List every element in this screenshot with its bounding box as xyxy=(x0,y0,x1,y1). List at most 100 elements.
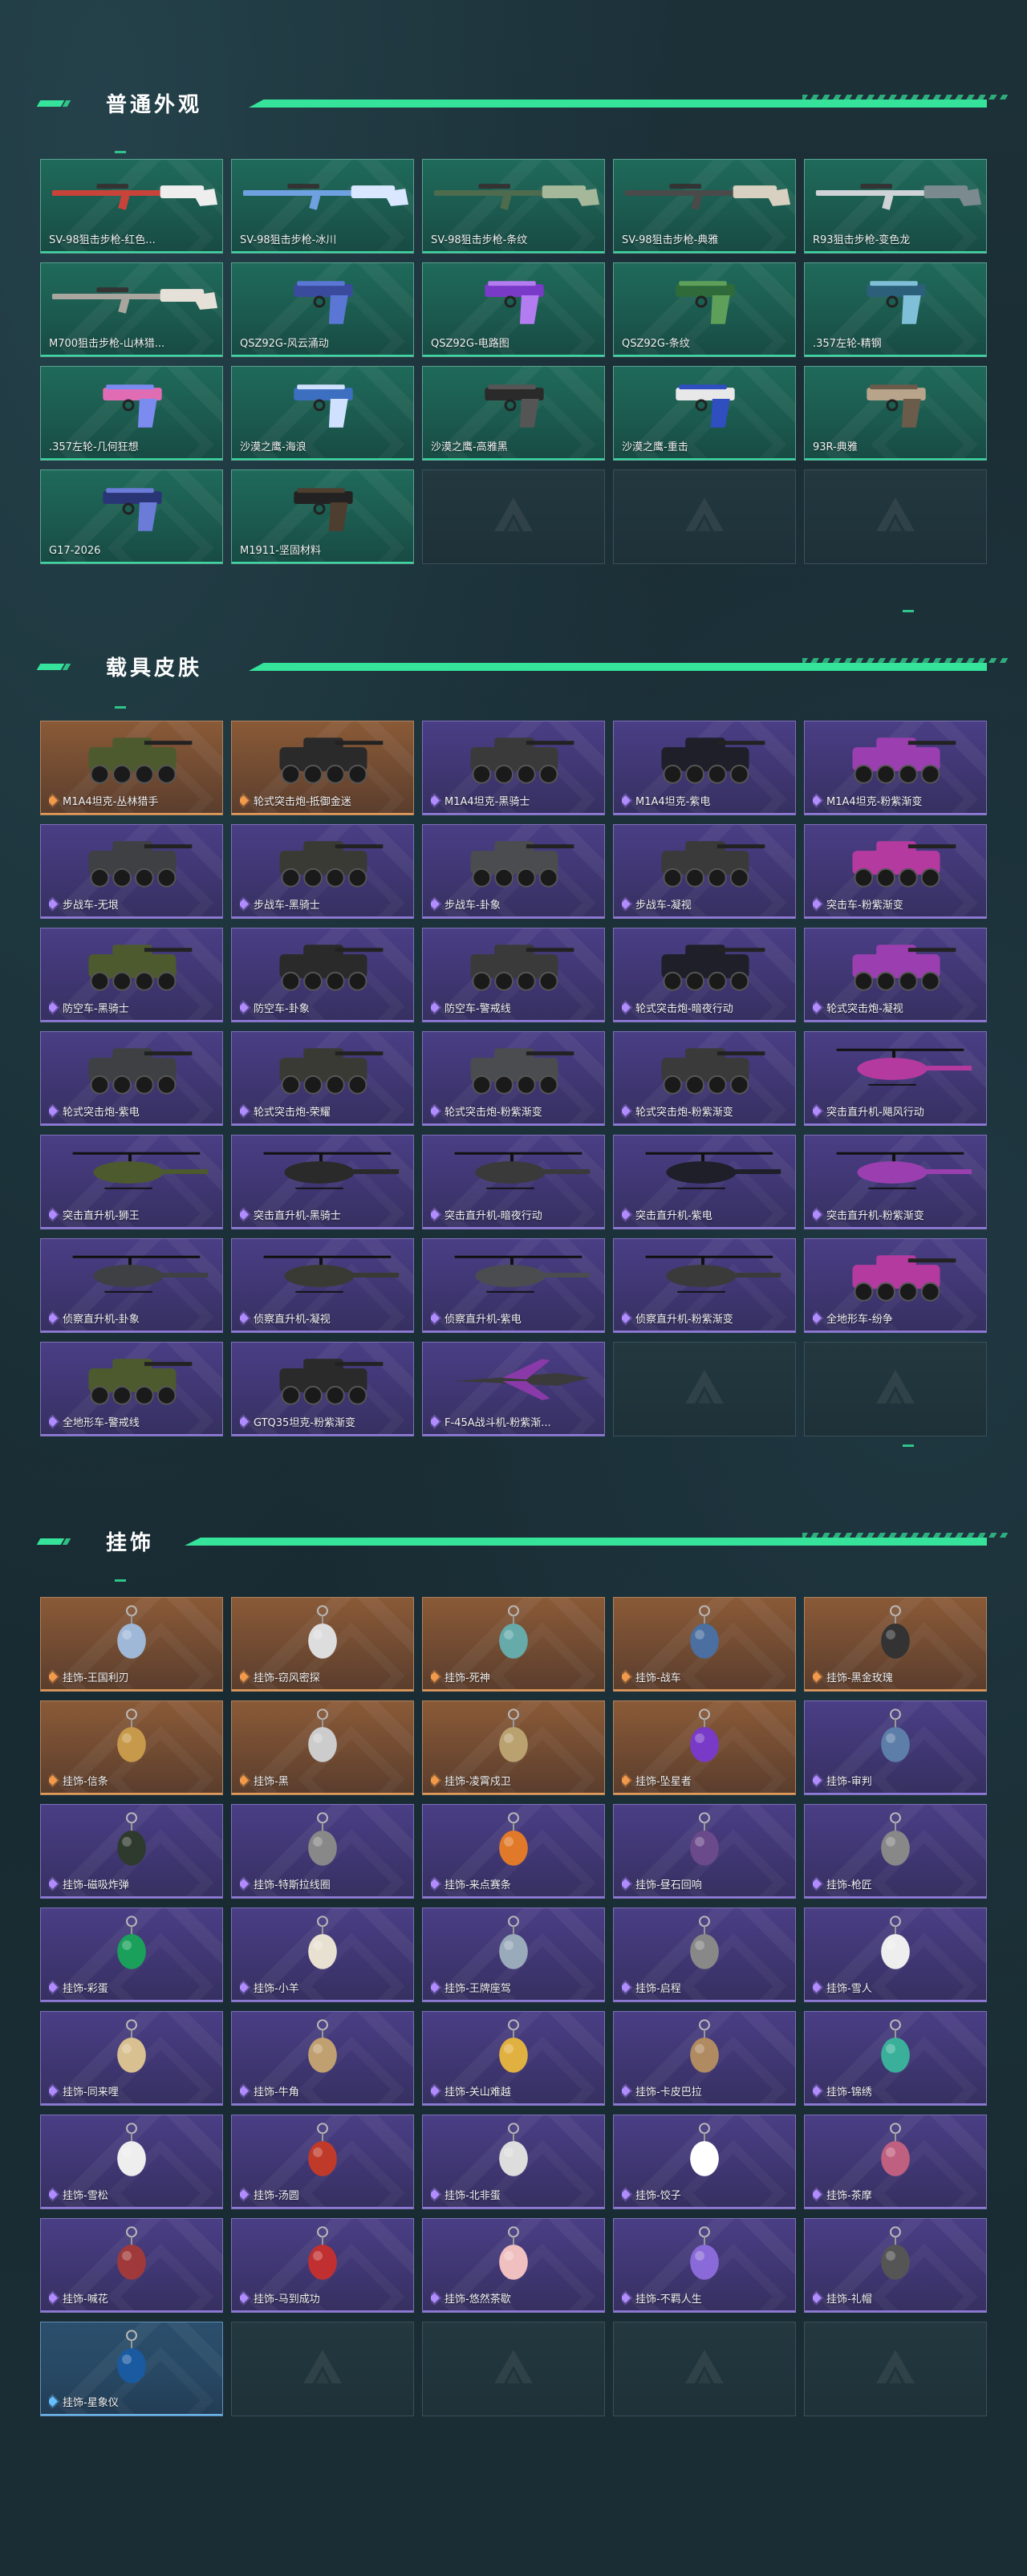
charms-card[interactable]: 挂饰-黑 xyxy=(231,1700,414,1795)
charms-card[interactable]: 挂饰-悠然茶歇 xyxy=(422,2218,605,2313)
charms-card[interactable]: 挂饰-马到成功 xyxy=(231,2218,414,2313)
charms-card[interactable]: 挂饰-信条 xyxy=(40,1700,223,1795)
card-label: 挂饰-礼帽 xyxy=(813,2290,872,2306)
vehicles-card[interactable]: 防空车-卦象 xyxy=(231,928,414,1022)
charms-card[interactable]: 挂饰-磁吸炸弹 xyxy=(40,1804,223,1899)
vehicles-card[interactable]: 轮式突击炮-粉紫渐变 xyxy=(422,1031,605,1126)
vehicles-card[interactable]: M1A4坦克-紫电 xyxy=(613,721,796,815)
charms-card[interactable]: 挂饰-北非蛋 xyxy=(422,2115,605,2209)
item-name: 挂饰-小羊 xyxy=(254,1983,299,1995)
charm-icon xyxy=(117,1812,146,1866)
vehicle-icon xyxy=(661,737,765,784)
weapons-card[interactable]: QSZ92G-电路图 xyxy=(422,262,605,357)
charms-card[interactable]: 挂饰-王牌座驾 xyxy=(422,1908,605,2002)
vehicles-card[interactable]: 轮式突击炮-紫电 xyxy=(40,1031,223,1126)
vehicles-card[interactable]: 侦察直升机-粉紫渐变 xyxy=(613,1238,796,1333)
card-label: 挂饰-坠星者 xyxy=(622,1773,692,1788)
weapons-card[interactable]: SV-98狙击步枪-条纹 xyxy=(422,159,605,254)
charms-card[interactable]: 挂饰-饺子 xyxy=(613,2115,796,2209)
vehicles-card[interactable]: 突击直升机-紫电 xyxy=(613,1135,796,1229)
vehicles-card[interactable]: 轮式突击炮-粉紫渐变 xyxy=(613,1031,796,1126)
charms-card[interactable]: 挂饰-同来哩 xyxy=(40,2011,223,2106)
weapons-card[interactable]: SV-98狙击步枪-典雅 xyxy=(613,159,796,254)
vehicles-card[interactable]: 防空车-黑骑士 xyxy=(40,928,223,1022)
weapons-card[interactable]: .357左轮-几何狂想 xyxy=(40,366,223,461)
vehicles-card[interactable]: 全地形车-警戒线 xyxy=(40,1342,223,1436)
vehicles-card[interactable]: M1A4坦克-黑骑士 xyxy=(422,721,605,815)
charms-card[interactable]: 挂饰-王国利刃 xyxy=(40,1597,223,1692)
vehicle-icon xyxy=(454,1359,591,1400)
vehicles-card[interactable]: 突击直升机-粉紫渐变 xyxy=(804,1135,987,1229)
charms-card[interactable]: 挂饰-汤圆 xyxy=(231,2115,414,2209)
item-name: 挂饰-雪松 xyxy=(63,2190,108,2202)
vehicles-card[interactable]: 突击直升机-暗夜行动 xyxy=(422,1135,605,1229)
charms-card[interactable]: 挂饰-小羊 xyxy=(231,1908,414,2002)
vehicles-card[interactable]: 步战车-无垠 xyxy=(40,824,223,919)
weapons-card[interactable]: 沙漠之鹰-高雅黑 xyxy=(422,366,605,461)
charms-card[interactable]: 挂饰-昼石回响 xyxy=(613,1804,796,1899)
weapons-card[interactable]: M700狙击步枪-山林猎... xyxy=(40,262,223,357)
vehicles-card[interactable]: M1A4坦克-粉紫渐变 xyxy=(804,721,987,815)
charms-card[interactable]: 挂饰-战车 xyxy=(613,1597,796,1692)
vehicles-card[interactable]: 突击直升机-飓风行动 xyxy=(804,1031,987,1126)
charms-card[interactable]: 挂饰-死神 xyxy=(422,1597,605,1692)
card-label: 挂饰-黑 xyxy=(240,1773,289,1788)
charms-card[interactable]: 挂饰-星象仪 xyxy=(40,2322,223,2416)
charms-card[interactable]: 挂饰-茶摩 xyxy=(804,2115,987,2209)
weapons-card[interactable]: G17-2026 xyxy=(40,469,223,564)
vehicles-card[interactable]: 轮式突击炮-凝视 xyxy=(804,928,987,1022)
charms-card[interactable]: 挂饰-礼帽 xyxy=(804,2218,987,2313)
charms-card[interactable]: 挂饰-坠星者 xyxy=(613,1700,796,1795)
charms-card[interactable]: 挂饰-审判 xyxy=(804,1700,987,1795)
vehicles-card[interactable]: 步战车-卦象 xyxy=(422,824,605,919)
vehicles-card[interactable]: 防空车-警戒线 xyxy=(422,928,605,1022)
charms-card[interactable]: 挂饰-特斯拉线圈 xyxy=(231,1804,414,1899)
card-rarity-line xyxy=(232,1793,413,1794)
weapons-card[interactable]: QSZ92G-条纹 xyxy=(613,262,796,357)
charms-card[interactable]: 挂饰-凌霄戍卫 xyxy=(422,1700,605,1795)
weapons-card[interactable]: 沙漠之鹰-重击 xyxy=(613,366,796,461)
vehicles-card[interactable]: 轮式突击炮-荣耀 xyxy=(231,1031,414,1126)
vehicles-card[interactable]: 突击车-粉紫渐变 xyxy=(804,824,987,919)
vehicles-card[interactable]: 全地形车-纷争 xyxy=(804,1238,987,1333)
card-label: 挂饰-磁吸炸弹 xyxy=(49,1876,129,1891)
vehicles-card[interactable]: 步战车-凝视 xyxy=(613,824,796,919)
charms-card[interactable]: 挂饰-牛角 xyxy=(231,2011,414,2106)
charms-card[interactable]: 挂饰-窃风密探 xyxy=(231,1597,414,1692)
charms-card[interactable]: 挂饰-枪匠 xyxy=(804,1804,987,1899)
vehicles-card[interactable]: M1A4坦克-丛林猎手 xyxy=(40,721,223,815)
charms-card[interactable]: 挂饰-来点赛条 xyxy=(422,1804,605,1899)
vehicles-card[interactable]: GTQ35坦克-粉紫渐变 xyxy=(231,1342,414,1436)
vehicles-card[interactable]: 侦察直升机-紫电 xyxy=(422,1238,605,1333)
weapons-card[interactable]: M1911-坚固材料 xyxy=(231,469,414,564)
weapons-card[interactable]: 沙漠之鹰-海浪 xyxy=(231,366,414,461)
weapons-card[interactable]: SV-98狙击步枪-红色... xyxy=(40,159,223,254)
weapons-card[interactable]: 93R-典雅 xyxy=(804,366,987,461)
weapons-card[interactable]: SV-98狙击步枪-冰川 xyxy=(231,159,414,254)
vehicles-card[interactable]: 轮式突击炮-抵御金迷 xyxy=(231,721,414,815)
charms-card[interactable]: 挂饰-关山难越 xyxy=(422,2011,605,2106)
item-name: 挂饰-凌霄戍卫 xyxy=(444,1776,511,1788)
charms-card[interactable]: 挂饰-不羁人生 xyxy=(613,2218,796,2313)
vehicles-card[interactable]: 突击直升机-狮王 xyxy=(40,1135,223,1229)
weapons-card[interactable]: .357左轮-精钢 xyxy=(804,262,987,357)
weapons-card[interactable]: R93狙击步枪-变色龙 xyxy=(804,159,987,254)
vehicles-card[interactable]: 步战车-黑骑士 xyxy=(231,824,414,919)
vehicles-card[interactable]: 突击直升机-黑骑士 xyxy=(231,1135,414,1229)
charms-card[interactable]: 挂饰-喊花 xyxy=(40,2218,223,2313)
vehicles-card[interactable]: 侦察直升机-凝视 xyxy=(231,1238,414,1333)
vehicles-card[interactable]: 侦察直升机-卦象 xyxy=(40,1238,223,1333)
charms-card[interactable]: 挂饰-卡皮巴拉 xyxy=(613,2011,796,2106)
charms-card[interactable]: 挂饰-雪松 xyxy=(40,2115,223,2209)
charms-card[interactable]: 挂饰-彩蛋 xyxy=(40,1908,223,2002)
item-name: 突击车-粉紫渐变 xyxy=(826,900,903,912)
charms-card[interactable]: 挂饰-雪人 xyxy=(804,1908,987,2002)
charms-card[interactable]: 挂饰-锦绣 xyxy=(804,2011,987,2106)
item-name: SV-98狙击步枪-冰川 xyxy=(240,234,337,246)
charms-card[interactable]: 挂饰-启程 xyxy=(613,1908,796,2002)
weapons-card[interactable]: QSZ92G-风云涌动 xyxy=(231,262,414,357)
placeholder-logo-icon xyxy=(685,498,724,531)
charms-card[interactable]: 挂饰-黑金玫瑰 xyxy=(804,1597,987,1692)
vehicles-card[interactable]: F-45A战斗机-粉紫渐... xyxy=(422,1342,605,1436)
vehicles-card[interactable]: 轮式突击炮-暗夜行动 xyxy=(613,928,796,1022)
